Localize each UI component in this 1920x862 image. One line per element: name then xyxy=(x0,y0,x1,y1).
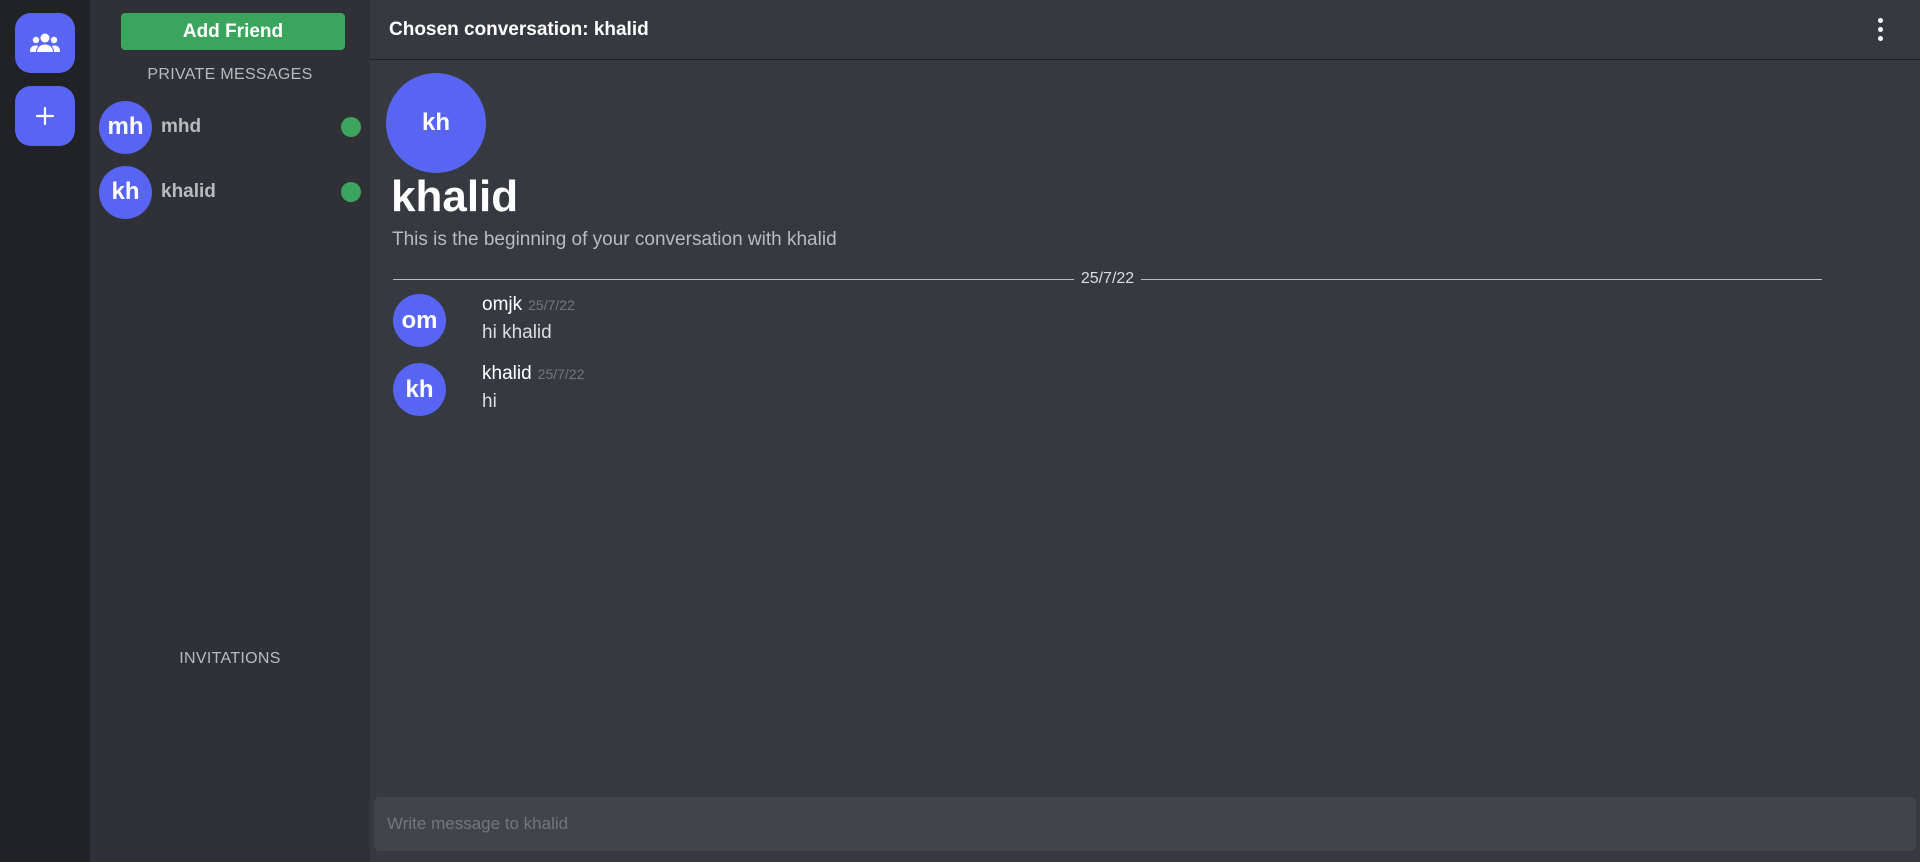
online-status-indicator xyxy=(341,182,361,202)
message-item: om omjk 25/7/22 hi khalid xyxy=(393,294,575,347)
avatar[interactable]: kh xyxy=(393,363,446,416)
message-timestamp: 25/7/22 xyxy=(528,297,575,313)
message-author[interactable]: omjk xyxy=(482,294,522,316)
dm-sidebar: Add Friend PRIVATE MESSAGES mh mhd kh kh… xyxy=(90,0,370,862)
dm-item-name: khalid xyxy=(161,181,216,202)
invitations-heading: INVITATIONS xyxy=(179,650,281,667)
page-title: Chosen conversation: khalid xyxy=(389,18,649,40)
conversation-intro-text: This is the beginning of your conversati… xyxy=(392,229,837,250)
message-body: omjk 25/7/22 hi khalid xyxy=(482,294,575,347)
dm-item-khalid[interactable]: kh khalid xyxy=(99,165,361,219)
private-messages-heading: PRIVATE MESSAGES xyxy=(147,66,313,83)
more-vertical-icon[interactable] xyxy=(1868,15,1892,45)
message-header: khalid 25/7/22 xyxy=(482,363,584,385)
message-text: hi xyxy=(482,391,497,412)
chat-header: Chosen conversation: khalid xyxy=(370,0,1920,60)
date-divider-label: 25/7/22 xyxy=(1080,270,1135,287)
server-rail xyxy=(0,0,90,862)
friends-button[interactable] xyxy=(15,13,75,73)
add-friend-button[interactable]: Add Friend xyxy=(121,13,345,50)
conversation-name: khalid xyxy=(391,172,519,221)
conversation-avatar: kh xyxy=(386,73,486,173)
online-status-indicator xyxy=(341,117,361,137)
divider-line xyxy=(393,278,1074,280)
chat-main: Chosen conversation: khalid kh khalid Th… xyxy=(370,0,1920,862)
avatar: mh xyxy=(99,100,152,154)
plus-icon xyxy=(35,106,55,126)
message-input[interactable] xyxy=(374,797,1916,851)
message-author[interactable]: khalid xyxy=(482,363,532,385)
message-text: hi khalid xyxy=(482,322,552,343)
app-window: Add Friend PRIVATE MESSAGES mh mhd kh kh… xyxy=(0,0,1920,862)
divider-line xyxy=(1141,278,1823,280)
avatar[interactable]: om xyxy=(393,294,446,347)
dm-item-name: mhd xyxy=(161,116,202,137)
add-server-button[interactable] xyxy=(15,86,75,146)
message-item: kh khalid 25/7/22 hi xyxy=(393,363,584,416)
message-body: khalid 25/7/22 hi xyxy=(482,363,584,416)
friends-icon xyxy=(30,32,60,54)
date-divider: 25/7/22 xyxy=(393,270,1823,288)
dm-item-mhd[interactable]: mh mhd xyxy=(99,100,361,154)
message-timestamp: 25/7/22 xyxy=(537,366,585,382)
message-header: omjk 25/7/22 xyxy=(482,294,575,316)
avatar: kh xyxy=(99,165,152,219)
